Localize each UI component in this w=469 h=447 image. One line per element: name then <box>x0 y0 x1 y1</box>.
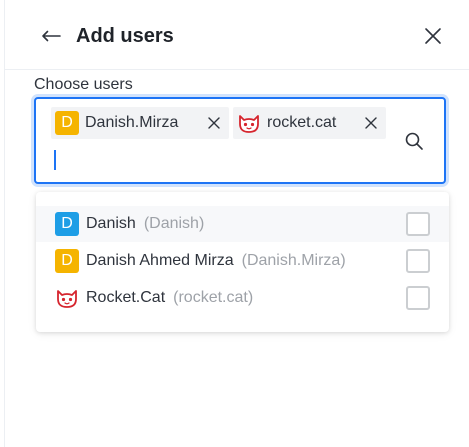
selected-user-chip: rocket.cat <box>233 107 386 139</box>
option-name: Danish Ahmed Mirza <box>86 252 234 269</box>
option-checkbox[interactable] <box>406 249 430 273</box>
rocket-cat-avatar-icon <box>57 290 77 308</box>
user-avatar: D <box>55 212 79 236</box>
close-icon <box>425 28 441 44</box>
option-checkbox[interactable] <box>406 286 430 310</box>
back-button[interactable] <box>37 22 65 50</box>
option-username: (Danish) <box>143 215 205 232</box>
panel-title: Add users <box>76 25 174 47</box>
close-icon <box>365 117 377 129</box>
option-username: (Danish.Mirza) <box>241 252 346 269</box>
remove-chip-button[interactable] <box>203 112 225 134</box>
close-button[interactable] <box>419 22 447 50</box>
user-options-dropdown: D Danish (Danish) D Danish Ahmed Mirza (… <box>36 192 449 332</box>
user-autocomplete-input[interactable]: D Danish.Mirza rocket.cat <box>34 97 446 184</box>
add-users-panel: Add users Choose users D Danish.Mirza ro… <box>4 0 469 447</box>
option-name: Rocket.Cat <box>86 289 166 306</box>
user-avatar: D <box>55 111 79 135</box>
search-icon <box>405 132 423 150</box>
search-button <box>402 129 426 153</box>
option-checkbox[interactable] <box>406 212 430 236</box>
user-option[interactable]: D Danish Ahmed Mirza (Danish.Mirza) <box>36 243 449 279</box>
rocket-cat-avatar-icon <box>239 115 259 133</box>
choose-users-label: Choose users <box>34 76 133 93</box>
chip-label: rocket.cat <box>267 114 337 131</box>
chip-label: Danish.Mirza <box>85 114 179 131</box>
panel-header: Add users <box>5 0 469 70</box>
remove-chip-button[interactable] <box>360 112 382 134</box>
user-avatar: D <box>55 249 79 273</box>
text-caret <box>54 150 56 170</box>
user-option[interactable]: D Danish (Danish) <box>36 206 449 242</box>
close-icon <box>208 117 220 129</box>
option-username: (rocket.cat) <box>173 289 254 306</box>
option-name: Danish <box>86 215 136 232</box>
back-arrow-icon <box>42 30 61 42</box>
user-option[interactable]: Rocket.Cat (rocket.cat) <box>36 280 449 316</box>
selected-user-chip: D Danish.Mirza <box>51 107 229 139</box>
